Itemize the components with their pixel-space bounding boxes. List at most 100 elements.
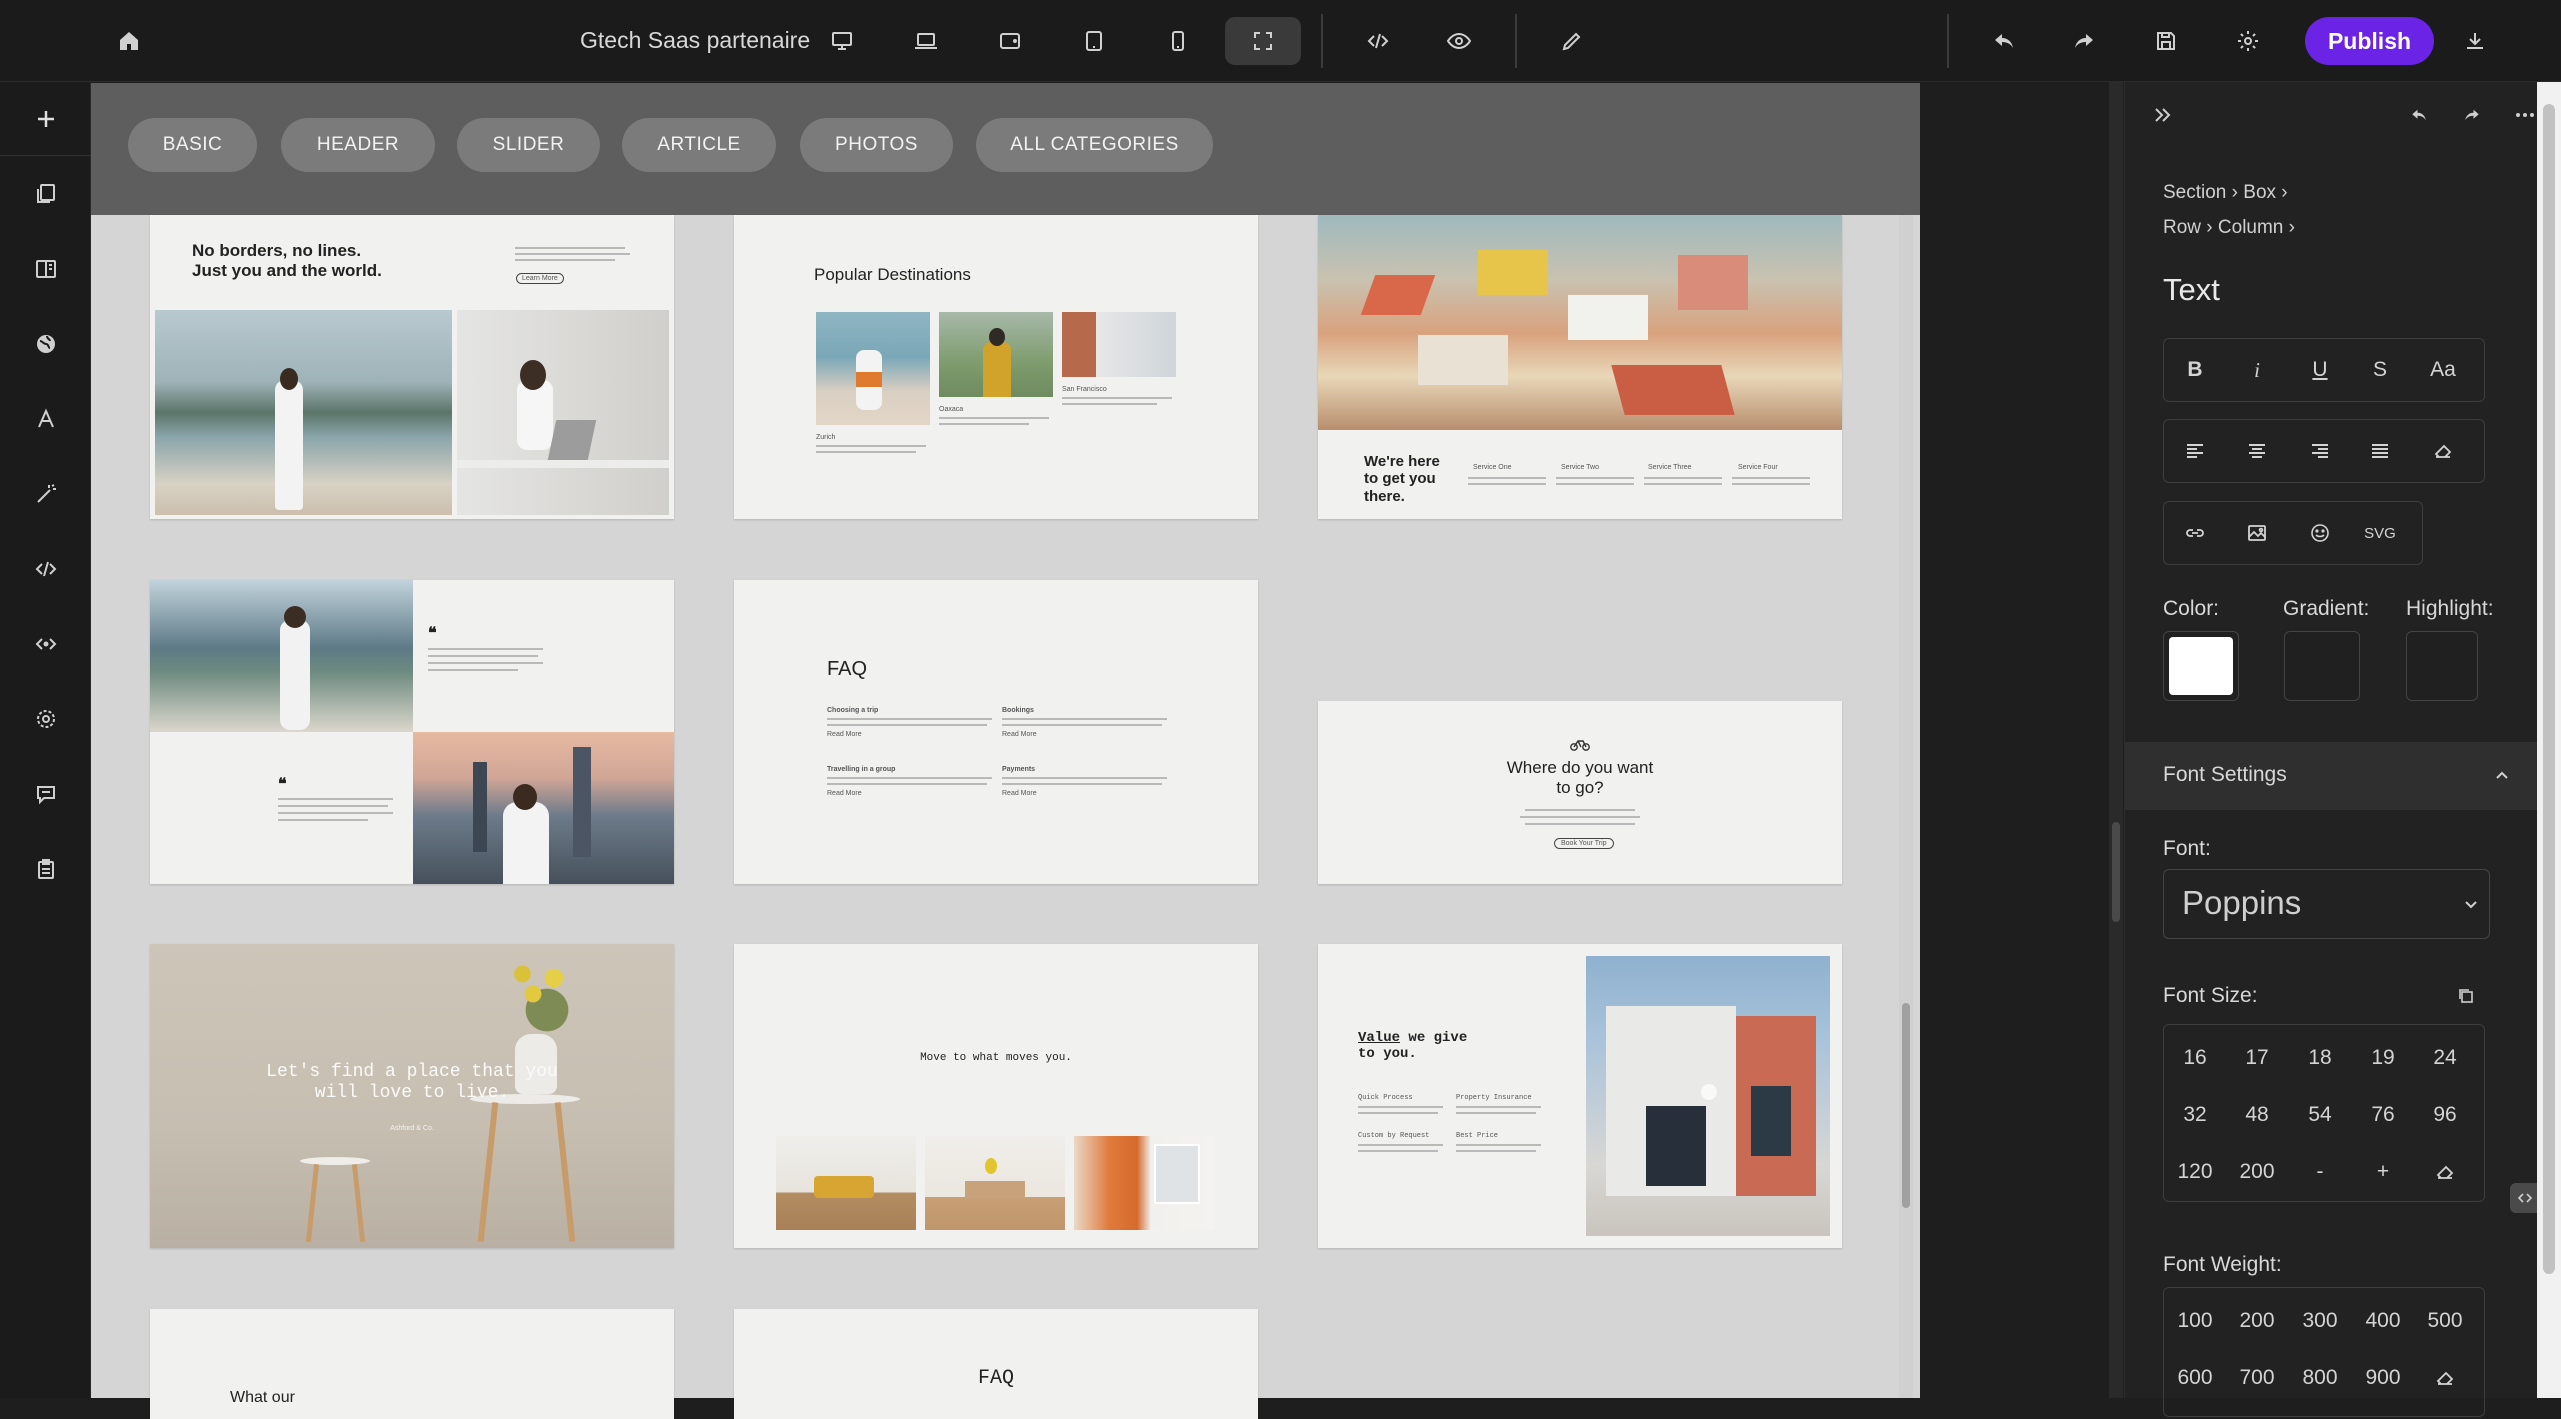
font-family-select[interactable]: Poppins	[2163, 869, 2490, 939]
panel-undo-icon[interactable]	[2402, 98, 2436, 132]
reset-size-eraser-icon[interactable]	[2414, 1144, 2476, 1200]
save-icon[interactable]	[2142, 17, 2190, 65]
edit-pencil-icon[interactable]	[1548, 17, 1596, 65]
block-thumbnail-value[interactable]: Value we give to you. Quick Process Prop…	[1318, 944, 1842, 1248]
globe-icon[interactable]	[0, 307, 91, 381]
block-thumbnail-services[interactable]: We're here to get you there. Service One…	[1318, 215, 1842, 519]
download-icon[interactable]	[2451, 17, 2499, 65]
breadcrumb-box[interactable]: Box	[2243, 182, 2276, 203]
text-line	[816, 451, 916, 453]
code-view-icon[interactable]	[1354, 17, 1402, 65]
category-header[interactable]: HEADER	[281, 118, 435, 172]
font-size-option[interactable]: 32	[2164, 1087, 2226, 1143]
align-right-icon[interactable]	[2289, 420, 2351, 482]
pages-icon[interactable]	[0, 157, 91, 231]
service-label: Service Three	[1648, 464, 1692, 471]
font-size-decrease-button[interactable]: -	[2289, 1144, 2351, 1200]
align-left-icon[interactable]	[2164, 420, 2226, 482]
italic-button[interactable]: i	[2226, 339, 2288, 401]
category-article[interactable]: ARTICLE	[622, 118, 776, 172]
tablet-landscape-icon[interactable]	[986, 17, 1034, 65]
font-size-option[interactable]: 200	[2226, 1144, 2288, 1200]
clear-format-eraser-icon[interactable]	[2412, 420, 2474, 482]
font-weight-option[interactable]: 300	[2289, 1293, 2351, 1349]
font-size-option[interactable]: 76	[2352, 1087, 2414, 1143]
library-scroll-thumb[interactable]	[1902, 1003, 1910, 1208]
block-thumbnail-faq-mono[interactable]: FAQ	[734, 1309, 1258, 1419]
custom-size-icon[interactable]	[2457, 987, 2475, 1005]
layouts-book-icon[interactable]	[0, 232, 91, 306]
underline-button[interactable]: U	[2289, 339, 2351, 401]
font-size-option[interactable]: 120	[2164, 1144, 2226, 1200]
category-all[interactable]: ALL CATEGORIES	[976, 118, 1213, 172]
page-scroll-thumb[interactable]	[2543, 104, 2555, 1274]
fullscreen-icon[interactable]	[1225, 17, 1301, 65]
publish-button[interactable]: Publish	[2305, 17, 2434, 65]
font-size-option[interactable]: 54	[2289, 1087, 2351, 1143]
block-thumbnail-interior-hero[interactable]: Let's find a place that you will love to…	[150, 944, 674, 1248]
block-thumbnail-reviews[interactable]: What our	[150, 1309, 674, 1419]
category-basic[interactable]: BASIC	[128, 118, 257, 172]
panel-redo-icon[interactable]	[2455, 98, 2489, 132]
desktop-view-icon[interactable]	[818, 17, 866, 65]
gradient-swatch[interactable]	[2284, 631, 2360, 701]
font-size-option[interactable]: 19	[2352, 1030, 2414, 1086]
block-thumbnail-faq[interactable]: FAQ Choosing a trip Read More Bookings R…	[734, 580, 1258, 884]
text-case-button[interactable]: Aa	[2412, 339, 2474, 401]
font-weight-option[interactable]: 400	[2352, 1293, 2414, 1349]
preview-eye-icon[interactable]	[1435, 17, 1483, 65]
breadcrumb-section[interactable]: Section	[2163, 182, 2226, 203]
tablet-portrait-icon[interactable]	[1070, 17, 1118, 65]
site-settings-icon[interactable]	[0, 682, 91, 756]
emoji-icon[interactable]	[2289, 502, 2351, 564]
undo-icon[interactable]	[1980, 17, 2028, 65]
font-size-option[interactable]: 48	[2226, 1087, 2288, 1143]
panel-pull-tab[interactable]	[2510, 1183, 2540, 1213]
breadcrumb-row[interactable]: Row	[2163, 217, 2201, 238]
strikethrough-button[interactable]: S	[2349, 339, 2411, 401]
font-size-option[interactable]: 16	[2164, 1030, 2226, 1086]
font-weight-option[interactable]: 100	[2164, 1293, 2226, 1349]
font-settings-header[interactable]: Font Settings	[2125, 742, 2538, 810]
font-weight-option[interactable]: 200	[2226, 1293, 2288, 1349]
font-size-option[interactable]: 18	[2289, 1030, 2351, 1086]
comments-icon[interactable]	[0, 757, 91, 831]
link-icon[interactable]	[2164, 502, 2226, 564]
block-thumbnail-move[interactable]: Move to what moves you.	[734, 944, 1258, 1248]
settings-gear-icon[interactable]	[2224, 17, 2272, 65]
color-swatch[interactable]	[2163, 631, 2239, 701]
category-slider[interactable]: SLIDER	[457, 118, 600, 172]
block-thumbnail-hero-travel[interactable]: No borders, no lines. Just you and the w…	[150, 215, 674, 519]
highlight-swatch[interactable]	[2406, 631, 2478, 701]
block-thumbnail-cta[interactable]: Where do you want to go? Book Your Trip	[1318, 701, 1842, 884]
library-scrollbar[interactable]	[1899, 215, 1913, 1398]
panel-resize-handle[interactable]	[2109, 82, 2123, 1398]
font-size-option[interactable]: 96	[2414, 1087, 2476, 1143]
embed-icon[interactable]	[0, 607, 91, 681]
redo-icon[interactable]	[2060, 17, 2108, 65]
category-photos[interactable]: PHOTOS	[800, 118, 953, 172]
font-weight-option[interactable]: 500	[2414, 1293, 2476, 1349]
laptop-view-icon[interactable]	[902, 17, 950, 65]
align-center-icon[interactable]	[2226, 420, 2288, 482]
image-icon[interactable]	[2226, 502, 2288, 564]
code-icon[interactable]	[0, 532, 91, 606]
bold-button[interactable]: B	[2164, 339, 2226, 401]
mobile-view-icon[interactable]	[1154, 17, 1202, 65]
font-size-option[interactable]: 17	[2226, 1030, 2288, 1086]
add-element-icon[interactable]	[0, 82, 91, 156]
page-scrollbar[interactable]	[2537, 82, 2561, 1398]
typography-icon[interactable]	[0, 382, 91, 456]
block-thumbnail-destinations[interactable]: Popular Destinations Zurich Oaxaca San F…	[734, 215, 1258, 519]
block-thumbnail-testimonials[interactable]: ❝ ❝	[150, 580, 674, 884]
svg-insert-button[interactable]: SVG	[2349, 502, 2411, 564]
clipboard-icon[interactable]	[0, 832, 91, 906]
collapse-panel-icon[interactable]	[2146, 98, 2180, 132]
font-size-option[interactable]: 24	[2414, 1030, 2476, 1086]
resize-grip[interactable]	[2112, 822, 2120, 922]
magic-wand-icon[interactable]	[0, 457, 91, 531]
align-justify-icon[interactable]	[2349, 420, 2411, 482]
home-icon[interactable]	[105, 17, 153, 65]
font-size-increase-button[interactable]: +	[2352, 1144, 2414, 1200]
breadcrumb-column[interactable]: Column	[2218, 217, 2283, 238]
